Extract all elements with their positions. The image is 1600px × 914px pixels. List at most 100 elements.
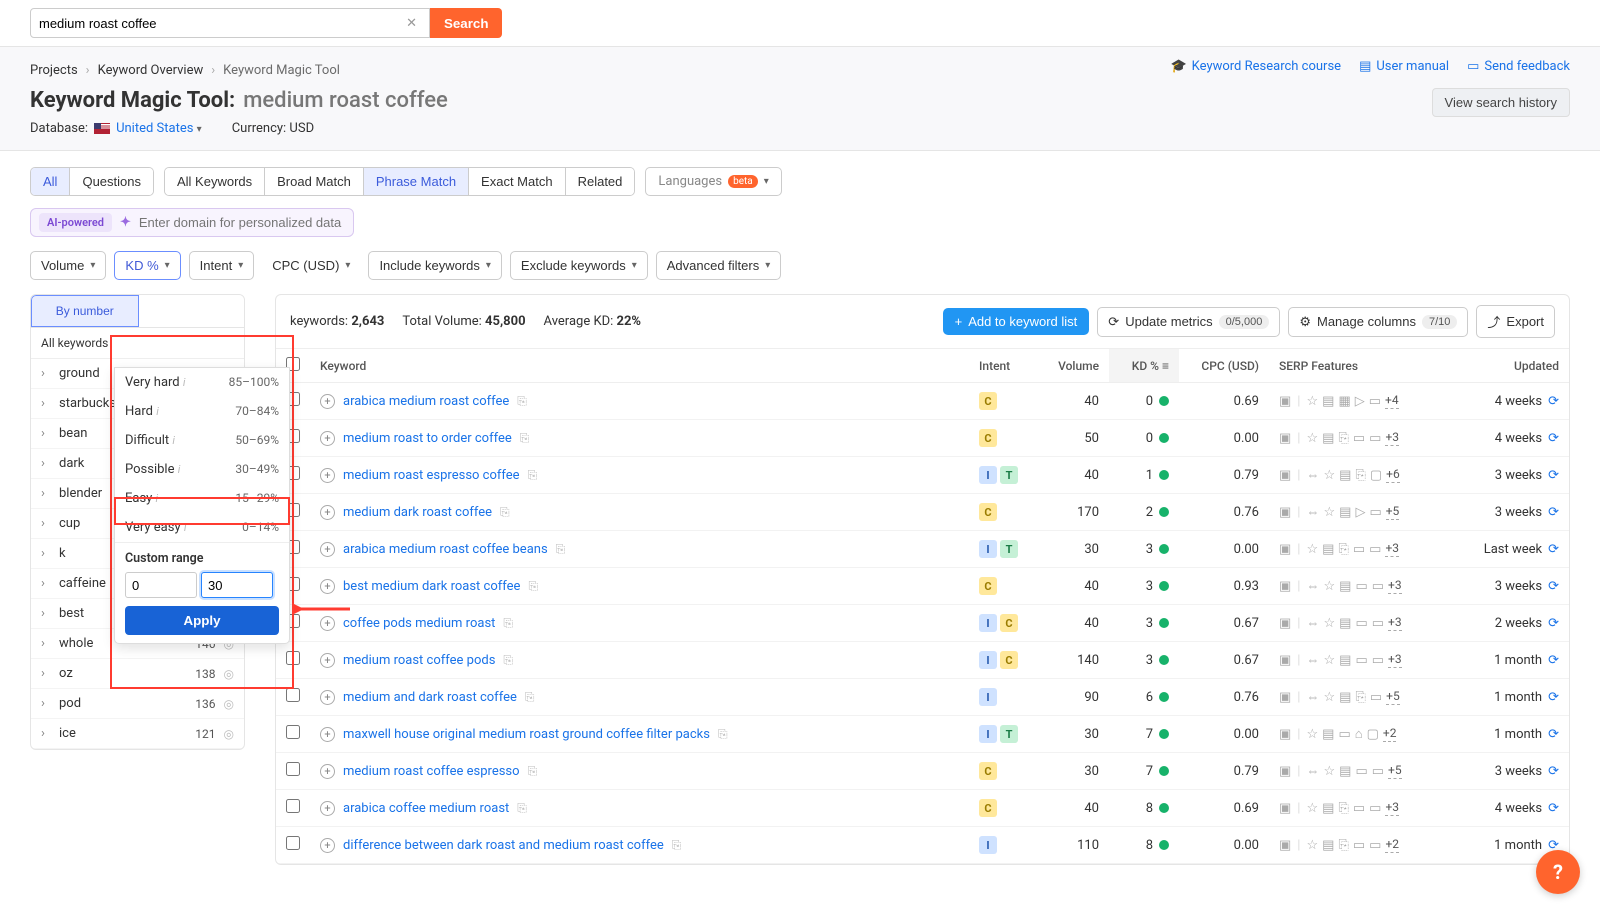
serp-more-count[interactable]: +4 bbox=[1385, 393, 1399, 409]
filter-include[interactable]: Include keywords▾ bbox=[368, 251, 501, 280]
keyword-link[interactable]: medium roast coffee espresso bbox=[343, 764, 520, 779]
search-box[interactable]: ✕ bbox=[30, 8, 430, 38]
tab-exact-match[interactable]: Exact Match bbox=[468, 168, 565, 195]
serp-more-count[interactable]: +5 bbox=[1386, 504, 1400, 520]
col-keyword[interactable]: Keyword bbox=[310, 349, 969, 383]
col-updated[interactable]: Updated bbox=[1459, 349, 1569, 383]
filter-exclude[interactable]: Exclude keywords▾ bbox=[510, 251, 648, 280]
kd-option[interactable]: Hard i70–84% bbox=[115, 397, 289, 426]
clear-icon[interactable]: ✕ bbox=[402, 16, 421, 31]
serp-more-count[interactable]: +3 bbox=[1385, 800, 1399, 816]
ai-domain-input[interactable] bbox=[139, 215, 349, 230]
row-checkbox[interactable] bbox=[286, 762, 300, 776]
keyword-link[interactable]: medium dark roast coffee bbox=[343, 505, 492, 520]
link-manual[interactable]: ▤User manual bbox=[1359, 59, 1449, 74]
serp-more-count[interactable]: +3 bbox=[1388, 615, 1402, 631]
row-checkbox[interactable] bbox=[286, 836, 300, 850]
col-cpc[interactable]: CPC (USD) bbox=[1179, 349, 1269, 383]
sidebar-item[interactable]: › oz 138 ◎ bbox=[31, 659, 244, 689]
keyword-link[interactable]: arabica medium roast coffee beans bbox=[343, 542, 548, 557]
copy-icon[interactable]: ⎘ bbox=[517, 801, 527, 816]
filter-cpc[interactable]: CPC (USD)▾ bbox=[262, 252, 360, 279]
add-keyword-icon[interactable]: + bbox=[320, 579, 335, 594]
help-fab[interactable]: ? bbox=[1536, 850, 1580, 894]
link-feedback[interactable]: ▭Send feedback bbox=[1467, 59, 1570, 74]
add-keyword-icon[interactable]: + bbox=[320, 616, 335, 631]
kd-option[interactable]: Very hard i85–100% bbox=[115, 368, 289, 397]
refresh-row-icon[interactable]: ⟳ bbox=[1548, 431, 1559, 446]
serp-more-count[interactable]: +6 bbox=[1386, 467, 1400, 483]
copy-icon[interactable]: ⎘ bbox=[525, 690, 535, 705]
breadcrumb-projects[interactable]: Projects bbox=[30, 63, 78, 78]
update-metrics-button[interactable]: ⟳Update metrics0/5,000 bbox=[1097, 307, 1280, 337]
refresh-row-icon[interactable]: ⟳ bbox=[1548, 579, 1559, 594]
filter-advanced[interactable]: Advanced filters▾ bbox=[656, 251, 782, 280]
keyword-link[interactable]: arabica coffee medium roast bbox=[343, 801, 509, 816]
link-course[interactable]: 🎓Keyword Research course bbox=[1170, 59, 1341, 74]
serp-more-count[interactable]: +2 bbox=[1385, 837, 1399, 853]
add-keyword-icon[interactable]: + bbox=[320, 431, 335, 446]
filter-kd[interactable]: KD %▾ bbox=[114, 251, 180, 280]
add-keyword-icon[interactable]: + bbox=[320, 542, 335, 557]
copy-icon[interactable]: ⎘ bbox=[520, 431, 530, 446]
view-history-button[interactable]: View search history bbox=[1432, 88, 1570, 117]
copy-icon[interactable]: ⎘ bbox=[503, 653, 513, 668]
filter-volume[interactable]: Volume▾ bbox=[30, 251, 106, 280]
copy-icon[interactable]: ⎘ bbox=[528, 468, 538, 483]
add-keyword-icon[interactable]: + bbox=[320, 505, 335, 520]
ai-personalization-bar[interactable]: AI-powered ✦ bbox=[30, 208, 354, 237]
refresh-row-icon[interactable]: ⟳ bbox=[1548, 468, 1559, 483]
search-input[interactable] bbox=[39, 16, 402, 31]
row-checkbox[interactable] bbox=[286, 799, 300, 813]
add-keyword-icon[interactable]: + bbox=[320, 468, 335, 483]
copy-icon[interactable]: ⎘ bbox=[528, 579, 538, 594]
refresh-row-icon[interactable]: ⟳ bbox=[1548, 505, 1559, 520]
sidebar-tab-by-number[interactable]: By number bbox=[31, 295, 139, 327]
copy-icon[interactable]: ⎘ bbox=[528, 764, 538, 779]
tab-all-keywords[interactable]: All Keywords bbox=[165, 168, 264, 195]
serp-more-count[interactable]: +3 bbox=[1388, 652, 1402, 668]
refresh-row-icon[interactable]: ⟳ bbox=[1548, 690, 1559, 705]
kd-option[interactable]: Very easy i0–14% bbox=[115, 513, 289, 542]
kd-option[interactable]: Possible i30–49% bbox=[115, 455, 289, 484]
add-keyword-icon[interactable]: + bbox=[320, 690, 335, 705]
keyword-link[interactable]: maxwell house original medium roast grou… bbox=[343, 727, 710, 742]
search-button[interactable]: Search bbox=[430, 8, 502, 38]
refresh-row-icon[interactable]: ⟳ bbox=[1548, 616, 1559, 631]
keyword-link[interactable]: medium roast espresso coffee bbox=[343, 468, 520, 483]
col-volume[interactable]: Volume bbox=[1039, 349, 1109, 383]
add-to-list-button[interactable]: +Add to keyword list bbox=[943, 308, 1090, 335]
refresh-row-icon[interactable]: ⟳ bbox=[1548, 764, 1559, 779]
col-serp[interactable]: SERP Features bbox=[1269, 349, 1459, 383]
row-checkbox[interactable] bbox=[286, 651, 300, 665]
refresh-row-icon[interactable]: ⟳ bbox=[1548, 653, 1559, 668]
copy-icon[interactable]: ⎘ bbox=[503, 616, 513, 631]
kd-option[interactable]: Easy i15–29% bbox=[115, 484, 289, 513]
languages-select[interactable]: Languages beta ▾ bbox=[645, 167, 781, 196]
serp-more-count[interactable]: +3 bbox=[1385, 430, 1399, 446]
eye-icon[interactable]: ◎ bbox=[224, 697, 234, 711]
add-keyword-icon[interactable]: + bbox=[320, 394, 335, 409]
keyword-link[interactable]: best medium dark roast coffee bbox=[343, 579, 520, 594]
serp-more-count[interactable]: +2 bbox=[1383, 726, 1397, 742]
copy-icon[interactable]: ⎘ bbox=[672, 838, 682, 853]
manage-columns-button[interactable]: ⚙Manage columns7/10 bbox=[1288, 307, 1468, 337]
col-intent[interactable]: Intent bbox=[969, 349, 1039, 383]
keyword-link[interactable]: medium roast to order coffee bbox=[343, 431, 512, 446]
copy-icon[interactable]: ⎘ bbox=[718, 727, 728, 742]
tab-broad-match[interactable]: Broad Match bbox=[264, 168, 363, 195]
add-keyword-icon[interactable]: + bbox=[320, 801, 335, 816]
tab-questions[interactable]: Questions bbox=[69, 168, 153, 195]
serp-more-count[interactable]: +5 bbox=[1388, 763, 1402, 779]
kd-option[interactable]: Difficult i50–69% bbox=[115, 426, 289, 455]
apply-button[interactable]: Apply bbox=[125, 606, 279, 635]
add-keyword-icon[interactable]: + bbox=[320, 764, 335, 779]
tab-phrase-match[interactable]: Phrase Match bbox=[363, 168, 468, 195]
serp-more-count[interactable]: +3 bbox=[1388, 578, 1402, 594]
kd-to-input[interactable] bbox=[201, 572, 273, 598]
keyword-link[interactable]: medium roast coffee pods bbox=[343, 653, 495, 668]
copy-icon[interactable]: ⎘ bbox=[500, 505, 510, 520]
eye-icon[interactable]: ◎ bbox=[224, 727, 234, 741]
keyword-link[interactable]: arabica medium roast coffee bbox=[343, 394, 509, 409]
serp-more-count[interactable]: +5 bbox=[1386, 689, 1400, 705]
